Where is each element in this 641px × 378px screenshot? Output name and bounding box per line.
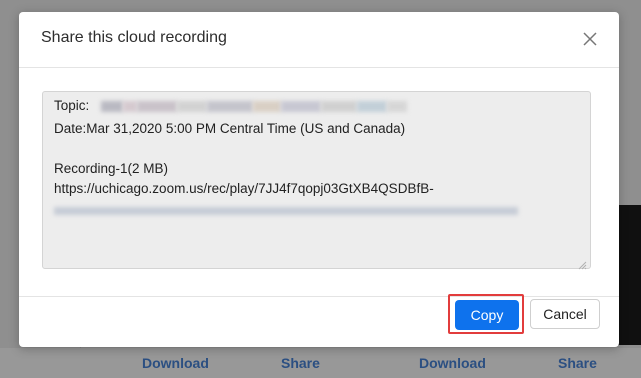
dialog-footer: Copy Cancel [19,294,619,348]
share-text-area[interactable]: Topic: Date:Mar 31,2020 5:00 PM Central … [42,91,591,270]
dialog-title: Share this cloud recording [41,29,227,46]
recording-url-redacted [54,201,518,221]
dialog-body: Topic: Date:Mar 31,2020 5:00 PM Central … [19,68,619,297]
background-share-link-2[interactable]: Share [558,355,597,371]
topic-label: Topic: [54,98,90,113]
share-recording-dialog: Share this cloud recording Topic: Date:M… [19,12,619,347]
close-icon[interactable] [580,29,600,49]
topic-line: Topic: [54,96,408,116]
background-download-link-2[interactable]: Download [419,355,486,371]
background-share-link-1[interactable]: Share [281,355,320,371]
copy-button[interactable]: Copy [455,300,519,330]
recording-line: Recording-1(2 MB) [54,161,169,176]
date-line: Date:Mar 31,2020 5:00 PM Central Time (U… [54,121,406,136]
topic-redacted [101,98,408,113]
dialog-header: Share this cloud recording [19,12,619,68]
resize-grip-icon[interactable] [578,256,587,270]
background-download-link-1[interactable]: Download [142,355,209,371]
background-action-bar [0,348,641,378]
cancel-button[interactable]: Cancel [530,299,600,329]
recording-url-line: https://uchicago.zoom.us/rec/play/7JJ4f7… [54,181,434,196]
